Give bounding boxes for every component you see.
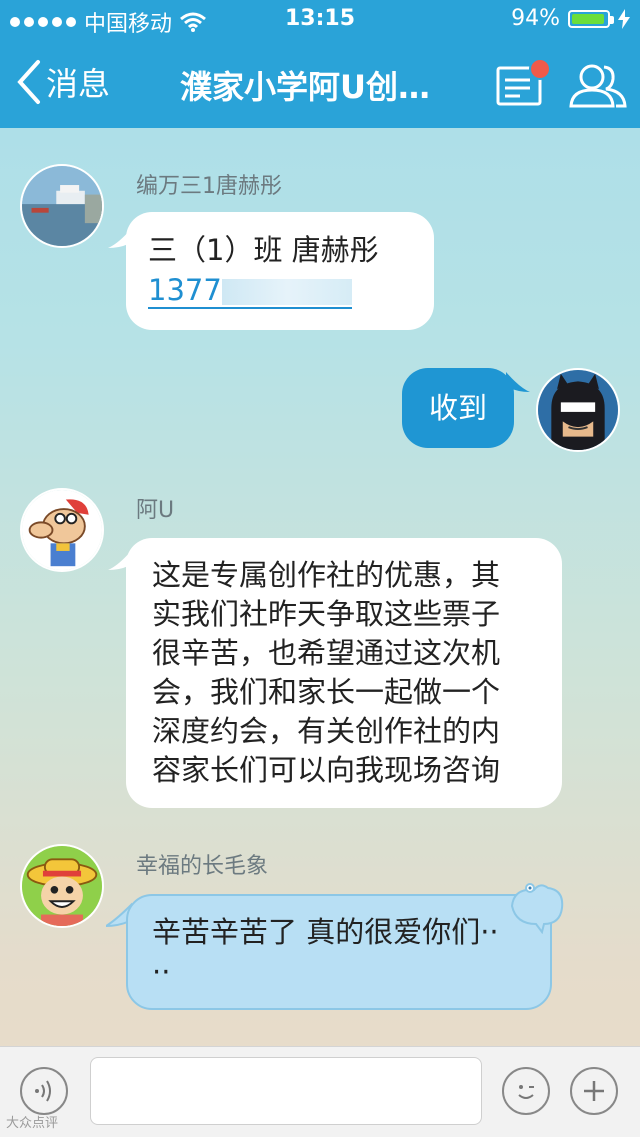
status-bar: 中国移动 13:15 94%: [0, 0, 640, 40]
voice-icon: [35, 1080, 51, 1102]
notice-badge: [529, 58, 551, 80]
message-input[interactable]: [90, 1057, 482, 1125]
sender-name: 幸福的长毛象: [136, 854, 269, 879]
battery-icon: [568, 9, 614, 28]
nav-bar: 消息 濮家小学阿U创…: [0, 40, 640, 128]
my-avatar[interactable]: [536, 368, 620, 452]
watermark: 大众点评: [6, 1116, 59, 1131]
message-line: 会，我们和家长一起做一个: [152, 675, 501, 709]
emoji-icon: [518, 1085, 534, 1099]
message-line: 实我们社昨天争取这些票子: [152, 597, 501, 631]
message-text: 三（1）班 唐赫彤: [148, 233, 379, 267]
group-members-icon[interactable]: [568, 62, 628, 108]
message-line: 这是专属创作社的优惠，其: [152, 558, 501, 592]
avatar[interactable]: [20, 164, 104, 248]
redacted-blur: [221, 279, 352, 305]
message-line: 容家长们可以向我现场咨询: [152, 753, 501, 787]
message-bubble[interactable]: 这是专属创作社的优惠，其 实我们社昨天争取这些票子 很辛苦，也希望通过这次机 会…: [126, 538, 562, 808]
message-line: 辛苦辛苦了 真的很爱你们··: [152, 915, 499, 949]
message-line: ··: [152, 955, 171, 989]
back-button[interactable]: 消息: [14, 58, 110, 106]
phone-link[interactable]: 1377: [148, 273, 352, 309]
avatar[interactable]: [20, 844, 104, 928]
more-button[interactable]: [570, 1067, 618, 1115]
battery-percent: 94%: [511, 6, 560, 31]
plus-icon: [584, 1081, 604, 1101]
input-bar: 大众点评: [0, 1046, 640, 1137]
bubble-decoration-icon: [510, 883, 564, 934]
my-message-bubble[interactable]: 收到: [402, 368, 514, 448]
voice-button[interactable]: [20, 1067, 68, 1115]
back-label: 消息: [46, 65, 111, 103]
message-line: 深度约会，有关创作社的内: [152, 714, 501, 748]
sender-name: 编万三1唐赫彤: [136, 174, 282, 199]
phone-number: 1377: [148, 273, 222, 307]
message-text: 收到: [428, 391, 487, 425]
sender-name: 阿U: [136, 498, 175, 523]
avatar[interactable]: [20, 488, 104, 572]
chevron-left-icon: [17, 60, 40, 104]
message-bubble[interactable]: 辛苦辛苦了 真的很爱你们·· ··: [126, 894, 552, 1010]
charging-bolt-icon: [618, 8, 630, 29]
message-line: 很辛苦，也希望通过这次机: [152, 636, 501, 670]
message-bubble[interactable]: 三（1）班 唐赫彤 1377: [126, 212, 434, 330]
chat-title: 濮家小学阿U创…: [180, 68, 430, 106]
emoji-button[interactable]: [502, 1067, 550, 1115]
